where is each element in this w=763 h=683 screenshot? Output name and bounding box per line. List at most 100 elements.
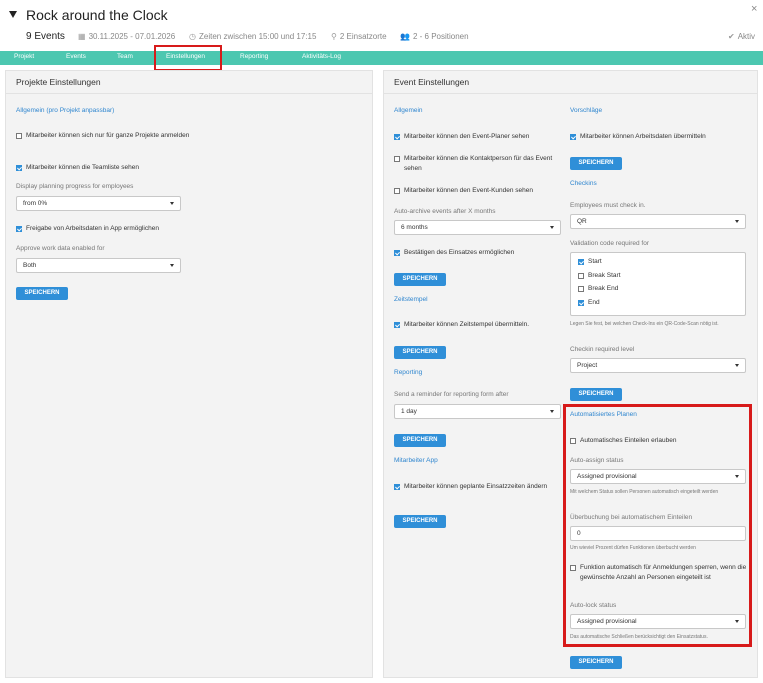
auto-lock-hint: Das automatische Schließen berücksichtig… [570, 634, 708, 640]
checkbox[interactable] [16, 133, 22, 139]
checkbox-checked[interactable] [578, 300, 584, 306]
auto-lock-select[interactable]: Assigned provisional [570, 614, 746, 629]
clock-icon: ◷ [189, 32, 196, 41]
archive-label: Auto-archive events after X months [394, 208, 496, 215]
auto-lock-label: Auto-lock status [570, 602, 617, 609]
checkins-save-button[interactable]: SPEICHERN [570, 388, 622, 401]
caret-down-icon [550, 410, 554, 413]
zeitstempel-cb[interactable]: Mitarbeiter können Zeitstempel übermitte… [394, 320, 564, 330]
tab-team[interactable]: Team [117, 53, 133, 60]
archive-select[interactable]: 6 months [394, 220, 561, 235]
checkin-hint: Legen Sie fest, bei welchen Check-Ins ei… [570, 321, 719, 327]
reporting-save-button[interactable]: SPEICHERN [394, 434, 446, 447]
app-save-button[interactable]: SPEICHERN [394, 515, 446, 528]
tab-reporting[interactable]: Reporting [240, 53, 268, 60]
locations: ⚲ 2 Einsatzorte [331, 32, 387, 41]
reminder-label: Send a reminder for reporting form after [394, 391, 509, 398]
event-cb-kontaktperson[interactable]: Mitarbeiter können die Kontaktperson für… [394, 154, 559, 174]
auto-cb-sperren[interactable]: Funktion automatisch für Anmeldungen spe… [570, 563, 748, 583]
vorschlaege-title: Vorschläge [570, 107, 603, 114]
tab-events[interactable]: Events [66, 53, 86, 60]
overbooking-label: Überbuchung bei automatischem Einteilen [570, 514, 693, 521]
auto-status-select[interactable]: Assigned provisional [570, 469, 746, 484]
checkbox-checked[interactable] [394, 484, 400, 490]
code-option-break-start[interactable]: Break Start [578, 271, 621, 281]
checkins-title: Checkins [570, 180, 597, 187]
code-option-break-end[interactable]: Break End [578, 284, 618, 294]
projekt-settings-panel [5, 70, 373, 678]
allgemein-save-button[interactable]: SPEICHERN [394, 273, 446, 286]
code-option-start[interactable]: Start [578, 257, 602, 267]
auto-status-label: Auto-assign status [570, 457, 624, 464]
caret-down-icon [735, 475, 739, 478]
check-circle-icon: ✔ [728, 32, 735, 41]
checkbox[interactable] [394, 156, 400, 162]
projekt-cb-teamliste[interactable]: Mitarbeiter können die Teamliste sehen [16, 163, 216, 173]
caret-down-icon [735, 620, 739, 623]
auto-cb-einteilen[interactable]: Automatisches Einteilen erlauben [570, 436, 745, 446]
projekt-save-button[interactable]: SPEICHERN [16, 287, 68, 300]
close-icon[interactable]: × [751, 3, 757, 15]
caret-down-icon [735, 220, 739, 223]
checkbox[interactable] [570, 565, 576, 571]
caret-down-icon [170, 202, 174, 205]
projekt-cb-ganze-projekte[interactable]: Mitarbeiter können sich nur für ganze Pr… [16, 131, 196, 141]
vorschlaege-save-button[interactable]: SPEICHERN [570, 157, 622, 170]
divider [384, 93, 757, 94]
date-range: ▦ 30.11.2025 - 07.01.2026 [78, 32, 176, 41]
auto-status-hint: Mit welchem Status sollen Personen autom… [570, 489, 719, 495]
app-cb-einsatzzeiten[interactable]: Mitarbeiter können geplante Einsatzzeite… [394, 482, 554, 492]
event-panel-title: Event Einstellungen [394, 77, 470, 87]
users-icon: 👥 [400, 32, 410, 41]
approve-select[interactable]: Both [16, 258, 181, 273]
reminder-select[interactable]: 1 day [394, 404, 561, 419]
checkin-must-select[interactable]: QR [570, 214, 746, 229]
status-badge: ✔ Aktiv [728, 32, 756, 41]
allgemein-title: Allgemein [394, 107, 423, 114]
checkbox-checked[interactable] [394, 250, 400, 256]
checkbox[interactable] [578, 273, 584, 279]
mitarbeiter-app-title: Mitarbeiter App [394, 457, 438, 464]
event-cb-bestaetigen[interactable]: Bestätigen des Einsatzes ermöglichen [394, 248, 559, 258]
code-option-end[interactable]: End [578, 298, 600, 308]
checkbox-checked[interactable] [394, 134, 400, 140]
tab-aktivitaets-log[interactable]: Aktivitäts-Log [302, 53, 341, 60]
projekt-cb-arbeitsdaten[interactable]: Freigabe von Arbeitsdaten in App ermögli… [16, 224, 216, 234]
projekt-section-title: Allgemein (pro Projekt anpassbar) [16, 107, 115, 114]
validation-code-label: Validation code required for [570, 240, 650, 247]
checkbox-checked[interactable] [394, 322, 400, 328]
checkbox-checked[interactable] [578, 259, 584, 265]
checkbox[interactable] [394, 188, 400, 194]
vorschlaege-cb[interactable]: Mitarbeiter können Arbeitsdaten übermitt… [570, 132, 750, 142]
calendar-icon: ▦ [78, 32, 86, 41]
location-pin-icon: ⚲ [331, 32, 337, 41]
event-cb-planer[interactable]: Mitarbeiter können den Event-Planer sehe… [394, 132, 559, 142]
collapse-triangle-icon[interactable] [9, 11, 17, 18]
checkin-level-select[interactable]: Project [570, 358, 746, 373]
tab-highlight-box [154, 45, 222, 71]
projekt-panel-title: Projekte Einstellungen [16, 77, 101, 87]
time-range: ◷ Zeiten zwischen 15:00 und 17:15 [189, 32, 317, 41]
positions: 👥 2 - 6 Positionen [400, 32, 469, 41]
overbooking-input[interactable]: 0 [570, 526, 746, 541]
progress-label: Display planning progress for employees [16, 183, 134, 190]
reporting-title: Reporting [394, 369, 423, 376]
event-count: 9 Events [26, 31, 65, 42]
page-title: Rock around the Clock [26, 7, 168, 23]
divider [6, 93, 372, 94]
event-cb-kunden[interactable]: Mitarbeiter können den Event-Kunden sehe… [394, 186, 559, 196]
checkbox-checked[interactable] [570, 134, 576, 140]
zeitstempel-save-button[interactable]: SPEICHERN [394, 346, 446, 359]
checkbox-checked[interactable] [16, 226, 22, 232]
progress-select[interactable]: from 0% [16, 196, 181, 211]
checkbox[interactable] [570, 438, 576, 444]
auto-planning-title: Automatisiertes Planen [570, 411, 637, 418]
caret-down-icon [170, 264, 174, 267]
checkbox[interactable] [578, 286, 584, 292]
caret-down-icon [735, 364, 739, 367]
auto-save-button[interactable]: SPEICHERN [570, 656, 622, 669]
tab-projekt[interactable]: Projekt [14, 53, 34, 60]
approve-label: Approve work data enabled for [16, 245, 105, 252]
zeitstempel-title: Zeitstempel [394, 296, 428, 303]
checkbox-checked[interactable] [16, 165, 22, 171]
